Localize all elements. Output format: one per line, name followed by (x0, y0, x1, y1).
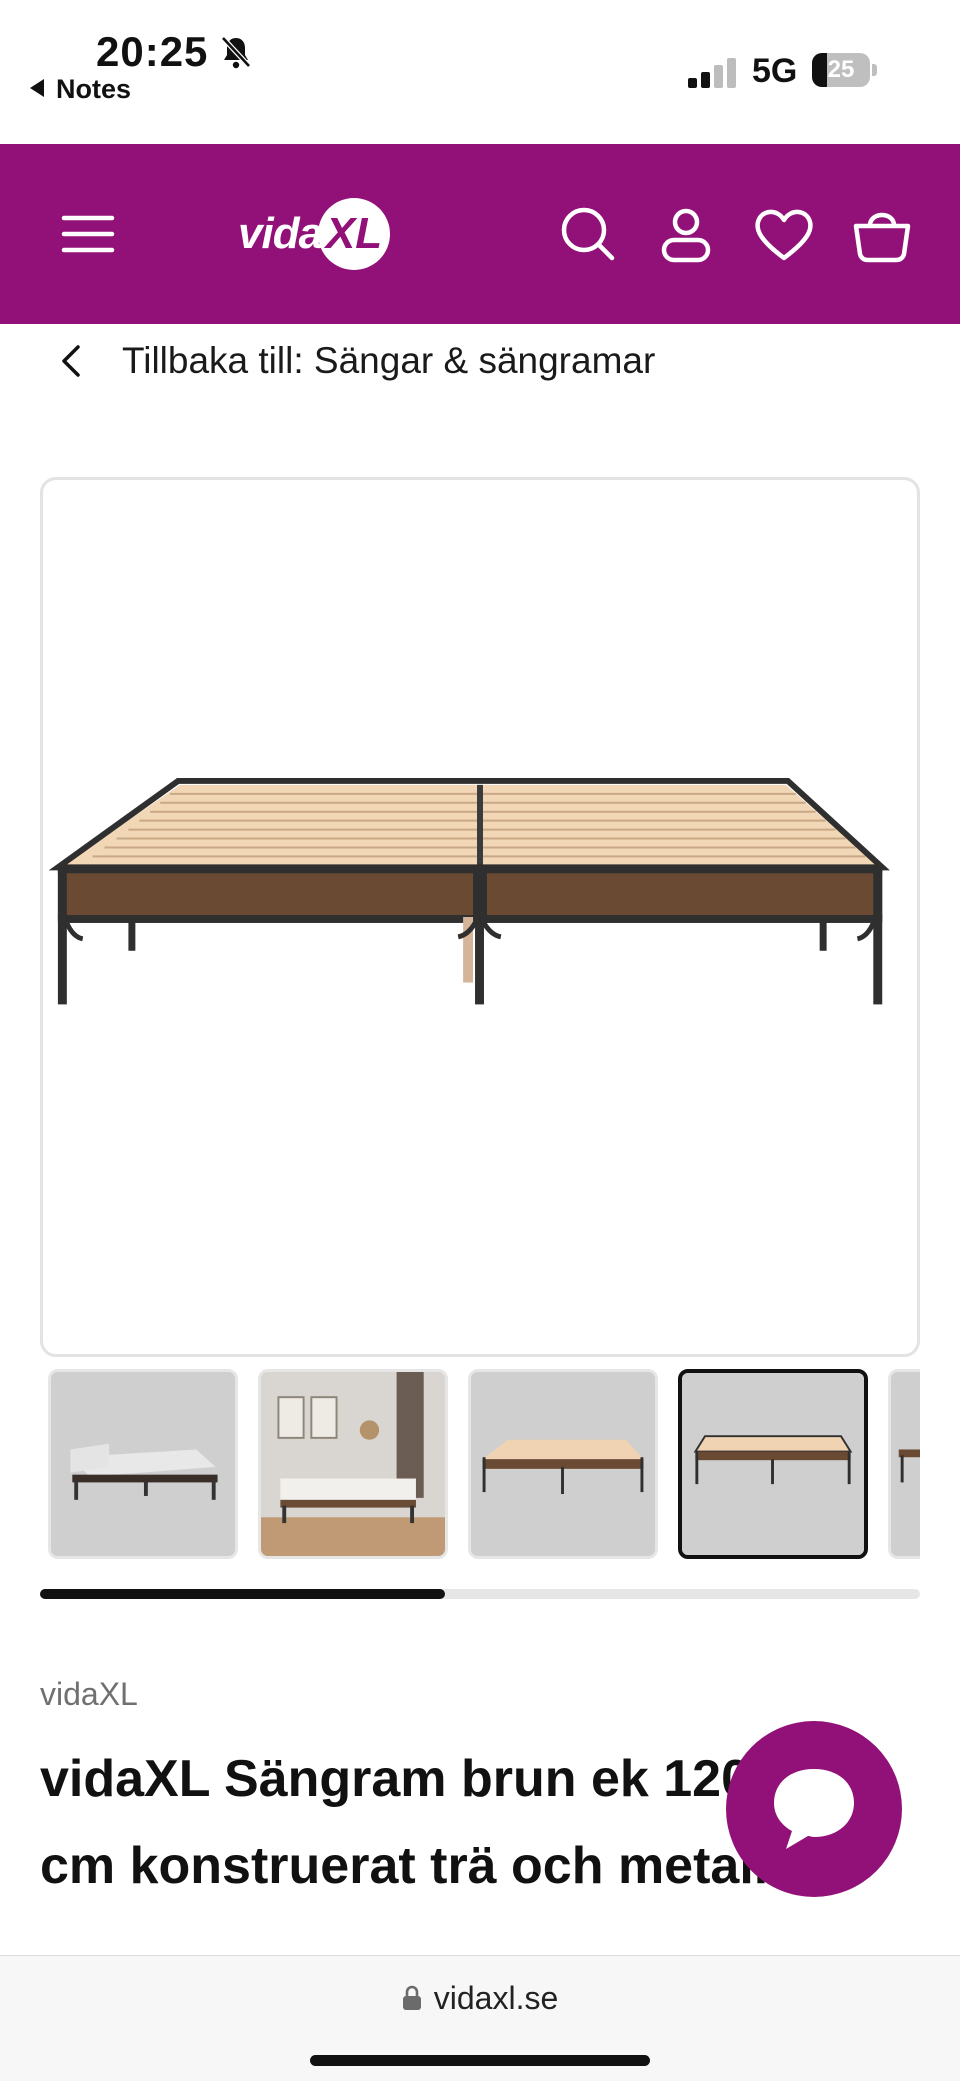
browser-address-bar[interactable]: vidaxl.se (0, 1955, 960, 2081)
status-time: 20:25 (96, 28, 209, 75)
lock-icon (402, 1985, 421, 2010)
battery-level: 25 (827, 56, 855, 83)
vidaxl-logo[interactable]: vida XL (238, 192, 391, 276)
menu-icon[interactable] (56, 200, 124, 268)
bell-slash-icon (218, 34, 254, 70)
product-main-image[interactable] (40, 477, 920, 1357)
logo-xl-mark: XL (318, 198, 391, 270)
thumbnail-1[interactable] (48, 1369, 238, 1559)
back-to-notes[interactable]: Notes (30, 74, 131, 105)
thumbnail-4[interactable] (678, 1369, 868, 1559)
search-icon[interactable] (554, 200, 622, 268)
page: 20:25 Notes 5G 25 vida XL Tillbaka till:… (0, 0, 960, 2081)
product-brand[interactable]: vidaXL (40, 1676, 138, 1713)
network-type: 5G (752, 52, 798, 90)
back-triangle-icon (30, 79, 44, 97)
thumbnail-3[interactable] (468, 1369, 658, 1559)
status-bar: 20:25 Notes 5G 25 (0, 0, 960, 144)
logo-wordmark: vida (238, 209, 323, 258)
chevron-left-icon (62, 345, 80, 377)
account-icon[interactable] (652, 200, 720, 268)
cart-basket-icon[interactable] (848, 200, 916, 268)
signal-icon (688, 58, 736, 88)
home-indicator[interactable] (310, 2055, 650, 2066)
gallery-scroll-indicator (40, 1589, 920, 1599)
wishlist-heart-icon[interactable] (750, 200, 818, 268)
battery-icon: 25 (812, 53, 878, 87)
url-text: vidaxl.se (433, 1980, 559, 2016)
thumbnail-strip[interactable] (48, 1369, 920, 1559)
bed-frame-image (48, 777, 890, 1005)
breadcrumb-back-link[interactable]: Tillbaka till: Sängar & sängramar (56, 336, 655, 386)
chat-bubble-icon (774, 1769, 854, 1849)
thumbnail-5[interactable] (888, 1369, 920, 1559)
thumbnail-2[interactable] (258, 1369, 448, 1559)
breadcrumb-label: Tillbaka till: Sängar & sängramar (122, 340, 656, 381)
gallery-scroll-fill (40, 1589, 445, 1599)
back-to-notes-label: Notes (56, 74, 132, 104)
chat-button[interactable] (726, 1721, 902, 1897)
url-display[interactable]: vidaxl.se (0, 1980, 960, 2017)
site-header: vida XL (0, 144, 960, 324)
